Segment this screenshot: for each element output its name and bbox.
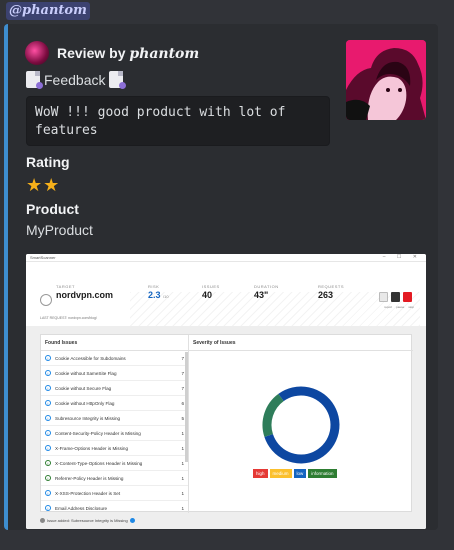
info-icon: i	[45, 430, 51, 436]
issue-row[interactable]: i Cookie Accessible for Subdomains 7	[41, 351, 188, 366]
issue-count: 1	[181, 430, 184, 436]
issue-name: Cookie without HttpOnly Flag	[55, 400, 115, 406]
info-icon: i	[45, 490, 51, 496]
info-icon: i	[45, 445, 51, 451]
scrollbar[interactable]	[185, 352, 188, 462]
found-issues-panel: Found Issues i Cookie Accessible for Subd…	[41, 335, 189, 513]
last-request: LAST REQUEST: nordvpn.com/blog/	[40, 316, 97, 320]
issue-row[interactable]: i X-Content-Type-Options Header is Missin…	[41, 456, 188, 471]
issue-name: Referrer-Policy Header is Missing	[55, 475, 124, 481]
help-icon[interactable]	[129, 518, 135, 524]
status-footer: Issue added: Subresource Integrity is Mi…	[26, 513, 426, 529]
issue-name: X-XSS-Protection Header is Set	[55, 490, 121, 496]
status-icon	[40, 518, 45, 524]
issue-count: 5	[181, 415, 184, 421]
info-icon: i	[45, 415, 51, 421]
legend-low: low	[293, 469, 307, 478]
found-issues-title: Found Issues	[41, 335, 188, 351]
issue-name: Email Address Disclosure	[55, 505, 108, 511]
info-icon: i	[45, 505, 51, 511]
issue-count: 7	[181, 385, 184, 391]
stop-icon[interactable]	[403, 292, 412, 302]
issue-name: Subresource Integrity is Missing	[55, 415, 121, 421]
app-titlebar: SmartScanner	[26, 254, 426, 262]
issue-row[interactable]: i Content-Security-Policy Header is Missi…	[41, 426, 188, 441]
author-avatar[interactable]	[25, 41, 49, 65]
embed-image[interactable]: SmartScanner – ☐ ✕ TARGET nordvpn.com RI…	[26, 254, 426, 529]
issue-row[interactable]: i Subresource Integrity is Missing 5	[41, 411, 188, 426]
results-panel: Found Issues i Cookie Accessible for Subd…	[40, 334, 413, 513]
issue-row[interactable]: i X-Frame-Options Header is Missing 1	[41, 441, 188, 456]
donut-slice-information	[262, 393, 284, 437]
severity-panel: Severity of Issues high medium low informat…	[189, 335, 413, 513]
legend-high: high	[253, 469, 268, 478]
issue-list: i Cookie Accessible for Subdomains 7 i Cooki…	[41, 351, 188, 513]
risk-stat: RISK 2.3 /10	[148, 284, 169, 300]
embed-author: Review by phantom	[25, 41, 199, 65]
issue-row[interactable]: i Email Address Disclosure 1	[41, 501, 188, 513]
info-icon: i	[45, 355, 51, 361]
document-pen-icon	[109, 71, 127, 89]
target-stat: TARGET nordvpn.com	[56, 284, 114, 300]
issue-count: 1	[181, 445, 184, 451]
issue-count: 7	[181, 355, 184, 361]
issue-name: Cookie without Secure Flag	[55, 385, 112, 391]
issue-count: 7	[181, 370, 184, 376]
scan-status-icon	[40, 294, 52, 306]
duration-stat: DURATION 43"	[254, 284, 279, 300]
severity-title: Severity of Issues	[189, 335, 413, 351]
issue-row[interactable]: i X-XSS-Protection Header is Set 1	[41, 486, 188, 501]
scan-actions	[379, 292, 412, 302]
legend-medium: medium	[269, 469, 292, 478]
issue-row[interactable]: i Cookie without Secure Flag 7	[41, 381, 188, 396]
feedback-label: Feedback	[44, 71, 106, 88]
info-icon: i	[45, 475, 51, 481]
product-name: MyProduct	[26, 222, 93, 238]
issue-name: Cookie Accessible for Subdomains	[55, 355, 126, 361]
info-icon: i	[45, 370, 51, 376]
issue-count: 1	[181, 505, 184, 511]
author-name: Review by phantom	[57, 44, 200, 62]
severity-donut-chart	[262, 386, 340, 464]
issue-row[interactable]: i Cookie without SameSite Flag 7	[41, 366, 188, 381]
issue-row[interactable]: i Referrer-Policy Header is Missing 1	[41, 471, 188, 486]
app-title: SmartScanner	[30, 255, 56, 260]
pause-icon[interactable]	[391, 292, 400, 302]
issue-name: Cookie without SameSite Flag	[55, 370, 117, 376]
issue-row[interactable]: i Cookie without HttpOnly Flag 6	[41, 396, 188, 411]
rating-title: Rating	[26, 154, 70, 170]
issue-count: 1	[181, 460, 184, 466]
document-pen-icon	[26, 71, 43, 89]
review-embed: Review by phantom Feedback WoW !!! good …	[4, 24, 438, 530]
issue-count: 6	[181, 400, 184, 406]
window-controls: – ☐ ✕	[382, 254, 422, 260]
requests-stat: REQUESTS 263	[318, 284, 345, 300]
product-title: Product	[26, 201, 79, 217]
info-icon: i	[45, 460, 51, 466]
severity-legend: high medium low information	[253, 469, 337, 478]
issue-count: 1	[181, 490, 184, 496]
info-icon: i	[45, 385, 51, 391]
rating-stars: ★★	[26, 175, 61, 195]
embed-thumbnail[interactable]	[346, 40, 426, 120]
issue-count: 1	[181, 475, 184, 481]
scan-header: TARGET nordvpn.com RISK 2.3 /10 ISSUES 4…	[26, 262, 426, 334]
user-mention[interactable]: @phantom	[6, 2, 90, 20]
issue-name: X-Frame-Options Header is Missing	[55, 445, 129, 451]
issues-stat: ISSUES 40	[202, 284, 220, 300]
scan-body: Found Issues i Cookie Accessible for Subd…	[26, 326, 426, 529]
issue-name: X-Content-Type-Options Header is Missing	[55, 460, 143, 466]
feedback-comment: WoW !!! good product with lot of feature…	[26, 96, 330, 146]
feedback-heading: Feedback	[26, 71, 127, 89]
report-icon[interactable]	[379, 292, 388, 302]
issue-name: Content-Security-Policy Header is Missin…	[55, 430, 141, 436]
legend-information: information	[308, 469, 337, 478]
info-icon: i	[45, 400, 51, 406]
